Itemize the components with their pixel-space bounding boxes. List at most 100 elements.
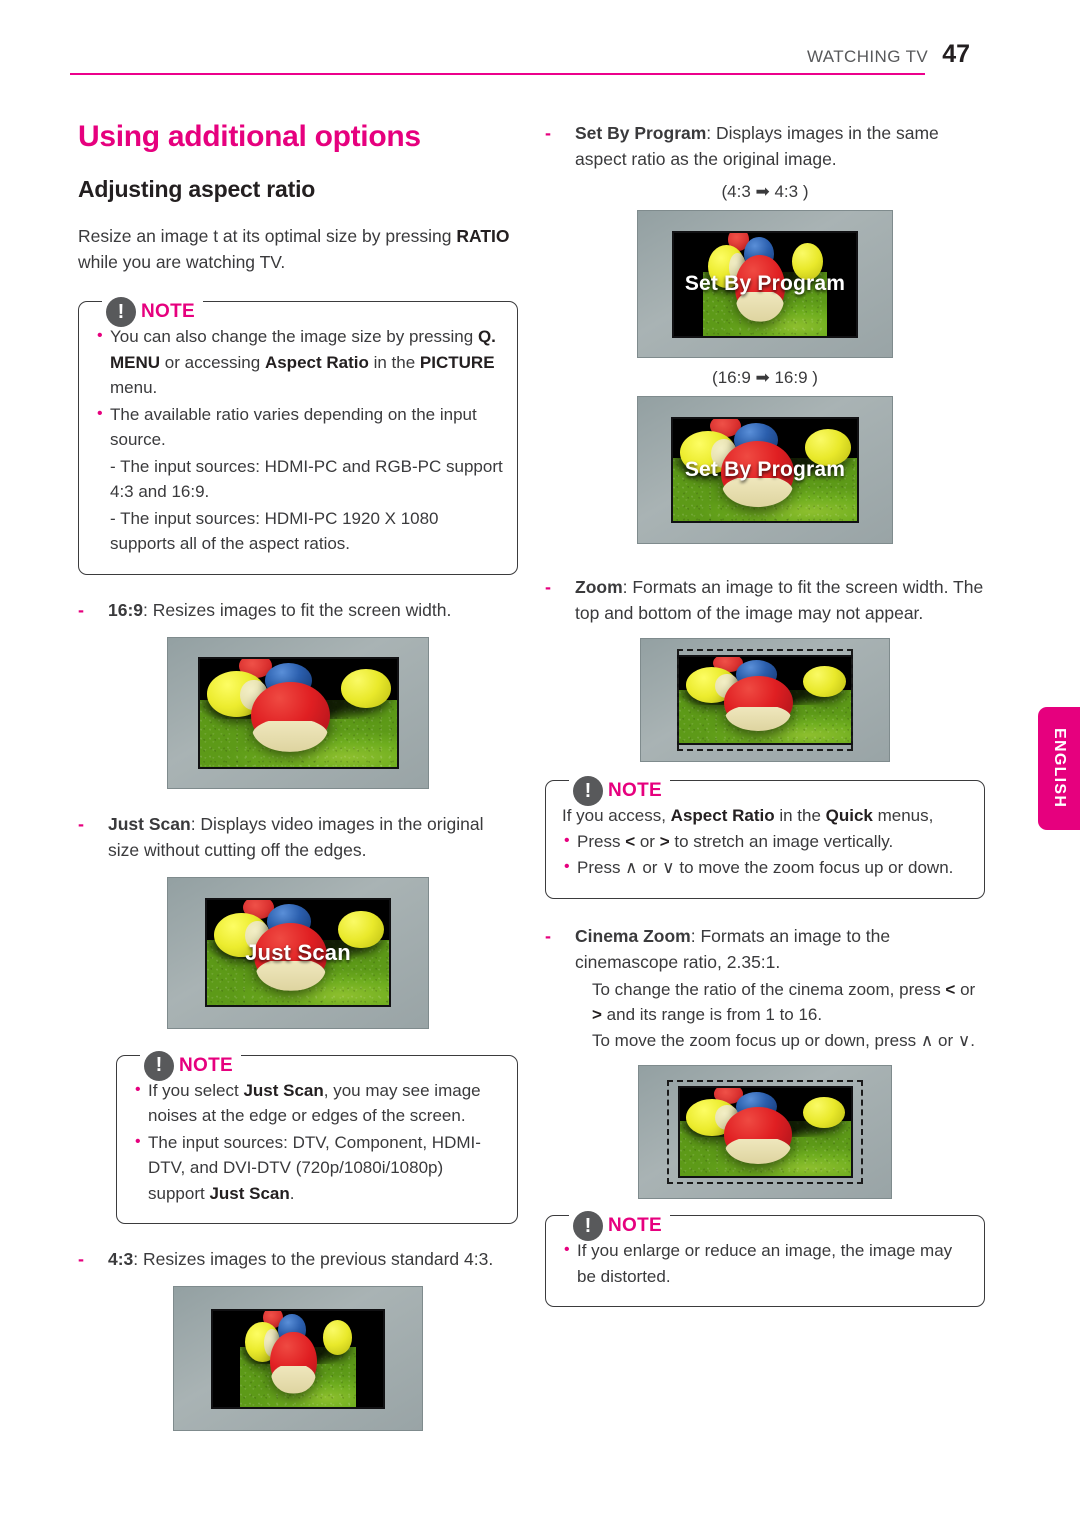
note-header: ! NOTE <box>140 1050 241 1081</box>
exclamation-icon: ! <box>106 297 136 327</box>
screen-overlay-label: Just Scan <box>245 939 351 965</box>
list-item-just-scan: - Just Scan: Displays video images in th… <box>78 811 518 863</box>
tv-screen <box>677 655 853 745</box>
term: 4:3 <box>108 1249 134 1269</box>
note-item: If you enlarge or reduce an image, the i… <box>562 1237 970 1289</box>
dash-marker: - <box>78 1249 84 1269</box>
breadcrumb: WATCHING TV <box>806 47 929 66</box>
screen-overlay-label: Set By Program <box>684 458 846 481</box>
figure-zoom <box>545 638 985 762</box>
ball-yellow-right <box>323 1320 353 1355</box>
note-item: The input sources: DTV, Component, HDMI-… <box>133 1129 503 1207</box>
note-item: - The input sources: HDMI-PC and RGB-PC … <box>110 456 503 502</box>
ratio-label-4-3: (4:3 ➡ 4:3 ) <box>721 182 809 201</box>
tv-screen <box>211 1308 385 1409</box>
tv-screen <box>677 1086 853 1178</box>
left-column: Using additional options Adjusting aspec… <box>78 120 518 1431</box>
tv-frame: Set By Program <box>637 396 893 544</box>
exclamation-icon: ! <box>573 776 603 806</box>
term: Zoom <box>575 577 623 597</box>
exclamation-icon: ! <box>573 1211 603 1241</box>
note-item: You can also change the image size by pr… <box>95 323 503 401</box>
ball-red <box>250 682 330 750</box>
desc: : Formats an image to fit the screen wid… <box>575 577 984 623</box>
photo-balls <box>199 658 397 767</box>
sub-section-title: Adjusting aspect ratio <box>78 176 316 202</box>
figure-4-3 <box>78 1286 518 1431</box>
exclamation-icon: ! <box>144 1050 174 1081</box>
note-list: If you enlarge or reduce an image, the i… <box>562 1237 970 1289</box>
list-item-text: 16:9: Resizes images to fit the screen w… <box>108 597 518 623</box>
figure-cinema-zoom <box>545 1065 985 1199</box>
tv-frame <box>167 636 429 789</box>
tv-screen: Set By Program <box>671 417 859 523</box>
list-item-text: 4:3: Resizes images to the previous stan… <box>108 1246 518 1272</box>
note-header: ! NOTE <box>569 776 670 806</box>
language-tab: ENGLISH <box>1038 707 1080 830</box>
note-item: Press < or > to stretch an image vertica… <box>562 828 970 855</box>
note-box-2: ! NOTE If you select Just Scan, you may … <box>116 1050 518 1224</box>
pillarbox-right <box>355 1310 383 1407</box>
list-item-16-9: - 16:9: Resizes images to fit the screen… <box>78 597 518 623</box>
tv-frame <box>173 1286 423 1431</box>
intro-bold: RATIO <box>456 226 510 246</box>
figure-set-by-program-16-9: Set By Program <box>545 396 985 544</box>
note-box-zoom: ! NOTE If you access, Aspect Ratio in th… <box>545 776 985 899</box>
pillarbox-left <box>213 1310 241 1407</box>
note-list: You can also change the image size by pr… <box>95 323 503 557</box>
note-header: ! NOTE <box>102 297 203 327</box>
tv-frame: Set By Program <box>637 210 893 358</box>
header-divider <box>70 73 925 75</box>
desc: : Resizes images to fit the screen width… <box>143 599 452 620</box>
tv-frame <box>640 638 890 762</box>
cinema-zoom-item: To change the ratio of the cinema zoom, … <box>592 979 976 1025</box>
manual-page: WATCHING TV 47 ENGLISH Using additional … <box>0 0 1080 1524</box>
dash-marker: - <box>545 123 551 143</box>
note-label: NOTE <box>608 1215 662 1236</box>
photo-balls <box>240 1310 356 1407</box>
note-item: The available ratio varies depending on … <box>95 401 503 453</box>
list-item-text: Just Scan: Displays video images in the … <box>108 811 518 863</box>
note-intro: If you access, Aspect Ratio in the Quick… <box>562 806 934 825</box>
note-label: NOTE <box>608 780 662 801</box>
dash-marker: - <box>545 577 551 597</box>
dash-marker: - <box>78 813 84 834</box>
note-item: - The input sources: HDMI-PC 1920 X 1080… <box>110 508 439 554</box>
note-header: ! NOTE <box>569 1211 670 1241</box>
list-item-text: Zoom: Formats an image to fit the screen… <box>575 574 985 626</box>
page-number: 47 <box>942 40 970 68</box>
tv-frame <box>638 1065 892 1199</box>
note-label: NOTE <box>141 301 195 322</box>
ball-red <box>723 675 793 730</box>
list-item-cinema-zoom: - Cinema Zoom: Formats an image to the c… <box>545 923 985 975</box>
figure-set-by-program-4-3: Set By Program <box>545 210 985 358</box>
tv-screen: Set By Program <box>672 230 858 338</box>
ball-red <box>270 1331 317 1392</box>
term: Set By Program <box>575 123 707 143</box>
intro-text-1: Resize an image t at its optimal size by… <box>78 226 457 246</box>
dash-marker: - <box>78 599 84 620</box>
dash-marker: - <box>545 925 551 946</box>
page-title: Using additional options <box>78 120 421 153</box>
note-box-final: ! NOTE If you enlarge or reduce an image… <box>545 1211 985 1307</box>
ratio-label-16-9: (16:9 ➡ 16:9 ) <box>712 368 818 387</box>
screen-overlay-label: Set By Program <box>684 272 846 295</box>
language-tab-label: ENGLISH <box>1051 728 1068 809</box>
photo-balls <box>679 657 851 743</box>
cinema-zoom-list: To change the ratio of the cinema zoom, … <box>575 977 985 1054</box>
note-box-1: ! NOTE You can also change the image siz… <box>78 297 518 575</box>
list-item-zoom: - Zoom: Formats an image to fit the scre… <box>545 574 985 626</box>
figure-just-scan: Just Scan <box>78 876 518 1029</box>
term: Cinema Zoom <box>575 925 691 946</box>
ball-yellow-right <box>341 669 391 709</box>
page-header: WATCHING TV 47 <box>70 40 970 69</box>
list-item-4-3: - 4:3: Resizes images to the previous st… <box>78 1246 518 1272</box>
list-item-text: Cinema Zoom: Formats an image to the cin… <box>575 923 985 975</box>
intro-text-2: while you are watching TV. <box>78 252 286 272</box>
ball-yellow-right <box>802 665 846 697</box>
right-column: - Set By Program: Displays images in the… <box>545 120 985 1307</box>
tv-screen <box>197 656 399 769</box>
cinema-zoom-item: To move the zoom focus up or down, press… <box>592 1030 975 1050</box>
figure-16-9 <box>78 636 518 789</box>
tv-frame: Just Scan <box>167 876 429 1029</box>
